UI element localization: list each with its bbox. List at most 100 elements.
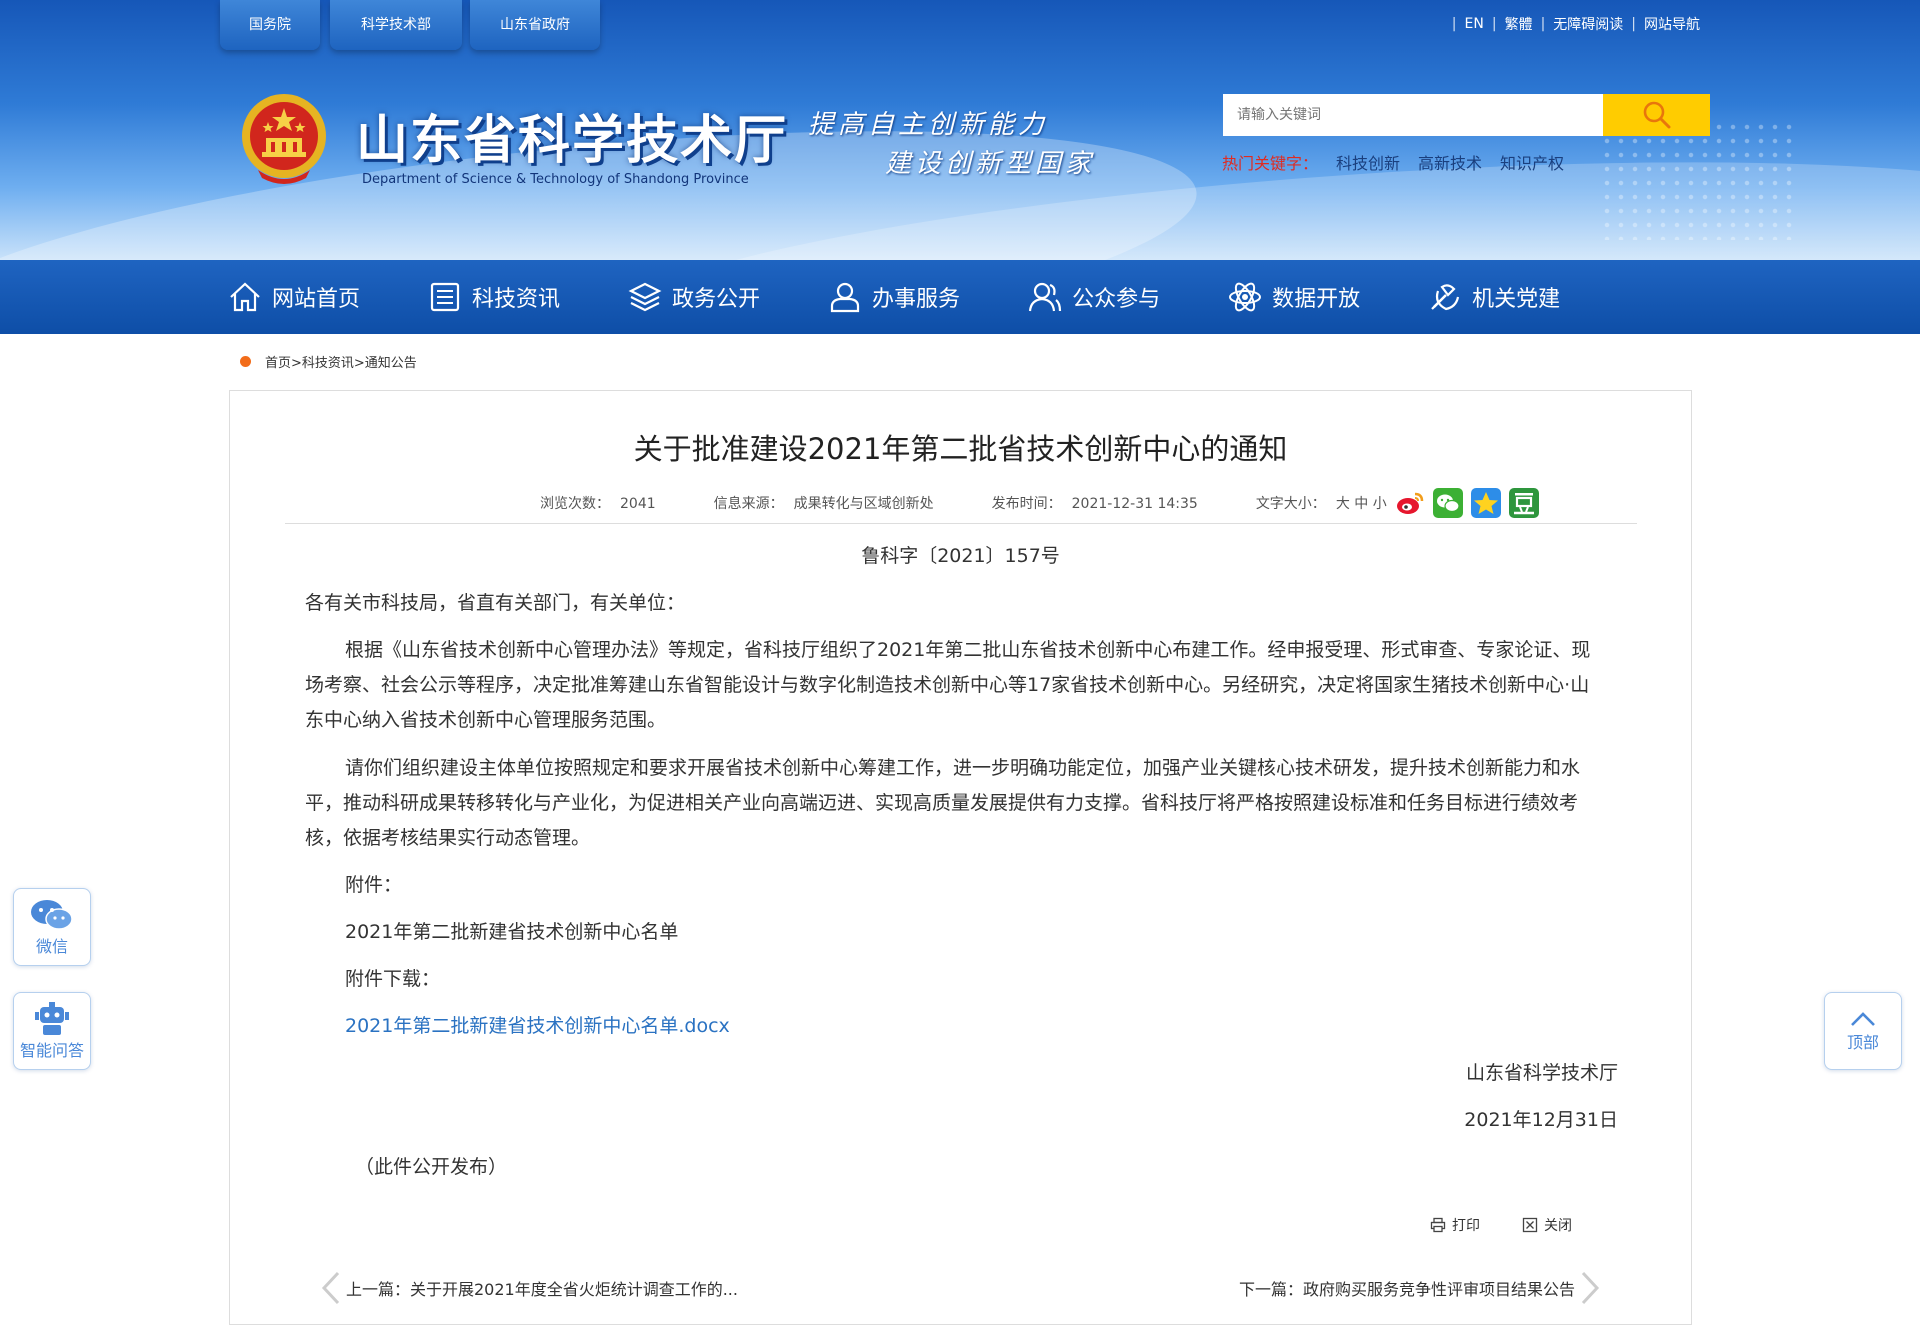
nav-item-label: 政务公开 <box>672 287 761 312</box>
attachment-name: 2021年第二批新建省技术创新中心名单 <box>345 921 679 943</box>
share-douban-icon[interactable] <box>1508 488 1539 518</box>
fontsize-medium[interactable]: 中 <box>1354 496 1368 512</box>
share-qzone-icon[interactable] <box>1470 488 1501 518</box>
printer-icon <box>1430 1217 1446 1233</box>
main-nav: 网站首页 科技资讯 政务公开 办事服务 公众参与 数据开放 机关党建 <box>0 260 1920 334</box>
top-utility-links: | EN | 繁體 | 无障碍阅读 | 网站导航 <box>1444 14 1700 34</box>
meta-time-value: 2021-12-31 14:35 <box>1071 496 1198 512</box>
site-title: 山东省科学技术厅 <box>356 110 789 171</box>
nav-item-home[interactable]: 网站首页 <box>228 281 360 313</box>
article-paragraph-2: 请你们组织建设主体单位按照规定和要求开展省技术创新中心筹建工作，进一步明确功能定… <box>305 757 1581 849</box>
news-icon <box>430 282 460 312</box>
signature-date: 2021年12月31日 <box>1464 1109 1618 1131</box>
separator: | <box>1451 16 1457 32</box>
float-wechat-label: 微信 <box>35 937 68 956</box>
nav-item-open-data[interactable]: 数据开放 <box>1228 281 1360 313</box>
meta-views: 浏览次数： 2041 <box>540 493 656 513</box>
print-button[interactable]: 打印 <box>1430 1215 1480 1235</box>
share-wechat-icon[interactable] <box>1432 488 1463 518</box>
separator: | <box>1631 16 1636 32</box>
chevron-up-icon <box>1851 1012 1875 1026</box>
search-button[interactable] <box>1603 94 1710 136</box>
document-number: 鲁科字〔2021〕157号 <box>861 545 1060 567</box>
search-input[interactable] <box>1223 94 1603 136</box>
article-container: 关于批准建设2021年第二批省技术创新中心的通知 浏览次数： 2041 信息来源：… <box>229 390 1692 1325</box>
nav-item-label: 科技资讯 <box>472 287 561 312</box>
separator: | <box>1491 16 1497 32</box>
meta-source-value: 成果转化与区域创新处 <box>793 496 934 512</box>
separator: | <box>1540 16 1546 32</box>
header-dots-decoration <box>1600 120 1800 240</box>
hot-keyword[interactable]: 知识产权 <box>1500 150 1564 174</box>
nav-item-participation[interactable]: 公众参与 <box>1028 281 1160 313</box>
atom-icon <box>1229 282 1262 312</box>
nav-item-label: 机关党建 <box>1472 287 1561 312</box>
link-english[interactable]: EN <box>1465 16 1484 32</box>
close-icon <box>1522 1217 1538 1233</box>
user-icon <box>830 282 860 313</box>
hot-keyword[interactable]: 科技创新 <box>1336 150 1400 174</box>
back-to-top-label: 顶部 <box>1846 1033 1879 1052</box>
link-accessibility[interactable]: 无障碍阅读 <box>1553 14 1623 34</box>
next-article-title: 下一篇：政府购买服务竞争性评审项目结果公告 <box>1238 1280 1575 1299</box>
article-meta: 浏览次数： 2041 信息来源： 成果转化与区域创新处 发布时间： 2021-12-3… <box>540 488 1539 518</box>
next-article-link[interactable]: 下一篇：政府购买服务竞争性评审项目结果公告 <box>1239 1271 1601 1305</box>
prev-article-title: 上一篇：关于开展2021年度全省火炬统计调查工作的... <box>346 1280 738 1299</box>
share-weibo-icon[interactable] <box>1394 488 1425 518</box>
party-icon <box>1431 284 1460 311</box>
signature-organization: 山东省科学技术厅 <box>1465 1062 1618 1084</box>
top-tab-state-council[interactable]: 国务院 <box>220 0 320 50</box>
chevron-left-icon <box>321 1271 340 1305</box>
nav-item-services[interactable]: 办事服务 <box>828 281 960 313</box>
float-qa-button[interactable]: 智能问答 <box>13 992 91 1070</box>
prev-article-link[interactable]: 上一篇：关于开展2021年度全省火炬统计调查工作的... <box>320 1271 738 1305</box>
search-icon <box>1643 101 1670 129</box>
hot-keyword[interactable]: 高新技术 <box>1418 150 1482 174</box>
close-button[interactable]: 关闭 <box>1522 1215 1572 1235</box>
nav-item-label: 公众参与 <box>1072 287 1161 312</box>
title-divider <box>285 523 1637 524</box>
meta-fontsize-label: 文字大小： <box>1255 496 1326 512</box>
attachment-download-link[interactable]: 2021年第二批新建省技术创新中心名单.docx <box>345 1009 730 1044</box>
breadcrumb: 首页>科技资讯>通知公告 <box>240 352 417 371</box>
chevron-right-icon <box>1581 1271 1600 1305</box>
article-tools: 打印 关闭 <box>1430 1215 1572 1235</box>
meta-source: 信息来源： 成果转化与区域创新处 <box>714 493 934 513</box>
meta-fontsize: 文字大小： 大 中 小 <box>1256 493 1387 513</box>
meta-time-label: 发布时间： <box>991 496 1062 512</box>
nav-item-label: 网站首页 <box>272 287 361 312</box>
link-traditional[interactable]: 繁體 <box>1505 14 1533 34</box>
home-icon <box>230 282 260 312</box>
slogan-line-1: 提高自主创新能力 <box>808 110 1049 140</box>
float-qa-label: 智能问答 <box>19 1041 84 1060</box>
article-paragraph-1: 根据《山东省技术创新中心管理办法》等规定，省科技厅组织了2021年第二批山东省技… <box>305 639 1591 731</box>
meta-views-value: 2041 <box>620 496 656 512</box>
nav-item-party[interactable]: 机关党建 <box>1428 281 1560 313</box>
people-icon <box>1028 282 1062 312</box>
wechat-icon <box>31 900 73 930</box>
hot-keywords: 热门关键字： 科技创新 高新技术 知识产权 <box>1222 150 1564 174</box>
attachment-label: 附件： <box>345 874 403 896</box>
fontsize-large[interactable]: 大 <box>1336 496 1350 512</box>
back-to-top-button[interactable]: 顶部 <box>1824 992 1902 1070</box>
breadcrumb-path[interactable]: 首页>科技资讯>通知公告 <box>265 352 417 371</box>
top-tab-shandong-gov[interactable]: 山东省政府 <box>470 0 600 50</box>
meta-source-label: 信息来源： <box>713 496 784 512</box>
nav-item-news[interactable]: 科技资讯 <box>428 281 560 313</box>
breadcrumb-dot-icon <box>240 356 251 367</box>
float-wechat-button[interactable]: 微信 <box>13 888 91 966</box>
top-tab-most[interactable]: 科学技术部 <box>330 0 462 50</box>
meta-time: 发布时间： 2021-12-31 14:35 <box>992 493 1198 513</box>
nav-item-label: 数据开放 <box>1272 287 1361 312</box>
slogan-line-2: 建设创新型国家 <box>885 149 1096 179</box>
layers-icon <box>628 282 662 312</box>
national-emblem-icon <box>242 94 326 184</box>
download-label: 附件下载： <box>345 968 441 990</box>
nav-item-label: 办事服务 <box>872 287 961 312</box>
site-header: 国务院 科学技术部 山东省政府 | EN | 繁體 | 无障碍阅读 | 网站导航… <box>0 0 1920 260</box>
link-site-nav[interactable]: 网站导航 <box>1644 14 1700 34</box>
robot-icon <box>35 1002 69 1035</box>
print-label: 打印 <box>1452 1218 1480 1234</box>
nav-item-gov-affairs[interactable]: 政务公开 <box>628 281 760 313</box>
fontsize-small[interactable]: 小 <box>1373 496 1387 512</box>
